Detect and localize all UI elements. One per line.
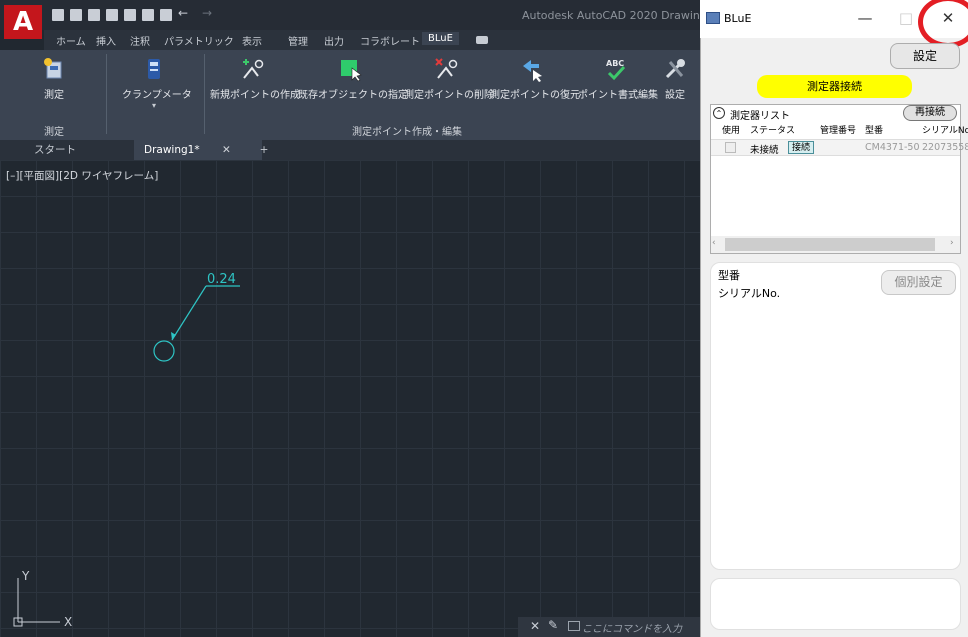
print-icon[interactable]: [160, 9, 172, 21]
model-label: 型番: [718, 269, 740, 282]
open-file-icon[interactable]: [70, 9, 82, 21]
annotation-value: 0.24: [207, 272, 236, 287]
save-icon[interactable]: [88, 9, 100, 21]
save-as-icon[interactable]: [106, 9, 118, 21]
tab-manage[interactable]: 管理: [288, 33, 308, 48]
axis-y-label: Y: [21, 569, 30, 583]
serial-label: シリアルNo.: [718, 287, 781, 300]
new-file-icon[interactable]: [52, 9, 64, 21]
axis-x-label: X: [64, 615, 72, 629]
tab-annotate[interactable]: 注釈: [130, 33, 150, 48]
tab-insert[interactable]: 挿入: [96, 33, 116, 48]
command-history-icon[interactable]: [568, 621, 580, 631]
annotation-leader[interactable]: 0.24: [153, 272, 240, 362]
point-format-button[interactable]: ABC ポイント書式編集: [578, 50, 658, 101]
tab-home[interactable]: ホーム: [56, 33, 86, 48]
drawing-canvas: 0.24 Y X: [13, 272, 240, 629]
individual-settings-button[interactable]: 個別設定: [881, 270, 956, 295]
tab-blue[interactable]: BLuE: [422, 32, 459, 45]
row-connect-button[interactable]: 接続: [788, 141, 814, 154]
ribbon-separator: [106, 54, 107, 134]
ribbon-separator: [204, 54, 205, 134]
device-list-title: 測定器リスト: [730, 111, 790, 122]
status-panel: [710, 578, 961, 630]
undo-icon[interactable]: ←: [178, 6, 188, 20]
scroll-right-icon[interactable]: ›: [950, 238, 954, 248]
column-header-use[interactable]: 使用: [722, 123, 740, 136]
close-tab-icon[interactable]: ✕: [222, 140, 231, 160]
row-serial: 22073558: [922, 142, 968, 153]
delete-point-icon: [435, 58, 458, 79]
panel-title-measure: 測定: [44, 127, 64, 138]
tools-icon: [665, 59, 685, 79]
device-detail-panel: [710, 262, 961, 570]
column-header-model[interactable]: 型番: [865, 123, 883, 136]
select-object-icon: [341, 60, 362, 82]
svg-text:ABC: ABC: [606, 59, 624, 68]
new-tab-plus-icon[interactable]: +: [256, 140, 272, 160]
tab-parametric[interactable]: パラメトリック: [164, 33, 234, 48]
ucs-icon: Y X: [13, 569, 72, 629]
chevron-down-icon[interactable]: ▾: [122, 101, 186, 110]
clamp-meter-button[interactable]: クランプメータ ▾: [122, 50, 192, 110]
ribbon-settings-button[interactable]: 設定: [660, 50, 690, 101]
tab-output[interactable]: 出力: [324, 33, 344, 48]
clamp-meter-icon: [148, 59, 160, 79]
measurement-point-circle[interactable]: [153, 340, 175, 362]
delete-point-button[interactable]: 測定ポイントの削除: [404, 50, 494, 101]
tab-view[interactable]: 表示: [242, 33, 262, 48]
scrollbar-thumb[interactable]: [725, 238, 935, 251]
settings-button[interactable]: 設定: [890, 43, 960, 69]
column-header-management-no[interactable]: 管理番号: [820, 123, 856, 136]
collapse-up-icon[interactable]: ⌃: [713, 107, 725, 119]
featured-apps-icon[interactable]: [476, 36, 488, 44]
existing-object-button[interactable]: 既存オブジェクトの指定: [298, 50, 408, 101]
column-header-serial[interactable]: シリアルNo: [922, 123, 968, 136]
new-point-icon: [243, 59, 264, 79]
column-header-status[interactable]: ステータス: [750, 123, 795, 136]
scroll-left-icon[interactable]: ‹: [712, 238, 716, 248]
measure-icon: [44, 58, 62, 79]
command-input[interactable]: ここにコマンドを入力: [582, 620, 698, 635]
panel-title-edit: 測定ポイント作成・編集: [352, 127, 462, 138]
measure-button[interactable]: 測定: [34, 50, 74, 101]
spellcheck-icon: ABC: [606, 59, 626, 81]
restore-point-button[interactable]: 測定ポイントの復元: [490, 50, 580, 101]
ribbon: 測定 クランプメータ ▾ 新規ポイントの作成 既存オブジェクトの指定 測定ポイン…: [0, 50, 700, 140]
ribbon-tabs: ホーム 挿入 注釈 パラメトリック 表示 管理 出力 コラボレート BLuE: [44, 30, 700, 50]
row-status: 未接続: [750, 145, 779, 156]
autocad-title: Autodesk AutoCAD 2020 Drawing1: [522, 9, 714, 22]
restore-arrow-icon: [523, 60, 542, 82]
document-tabs: スタート Drawing1* ✕ +: [0, 140, 700, 160]
blue-title: BLuE: [724, 12, 752, 25]
wrench-icon[interactable]: ✎: [548, 618, 558, 632]
share-icon[interactable]: [142, 9, 154, 21]
close-command-icon[interactable]: ✕: [530, 619, 540, 633]
autocad-logo[interactable]: A: [4, 5, 42, 39]
connect-device-button[interactable]: 測定器接続: [757, 75, 912, 98]
publish-icon[interactable]: [124, 9, 136, 21]
new-point-button[interactable]: 新規ポイントの作成: [210, 50, 300, 101]
maximize-icon[interactable]: □: [892, 6, 920, 30]
tab-drawing1[interactable]: Drawing1* ✕: [134, 140, 262, 160]
redo-icon[interactable]: →: [202, 6, 212, 20]
reconnect-button[interactable]: 再接続: [903, 105, 957, 121]
use-checkbox[interactable]: [725, 142, 736, 153]
blue-app-icon: [706, 12, 720, 24]
row-model: CM4371-50: [865, 142, 920, 153]
minimize-icon[interactable]: —: [851, 6, 879, 30]
tab-collaborate[interactable]: コラボレート: [360, 33, 420, 48]
